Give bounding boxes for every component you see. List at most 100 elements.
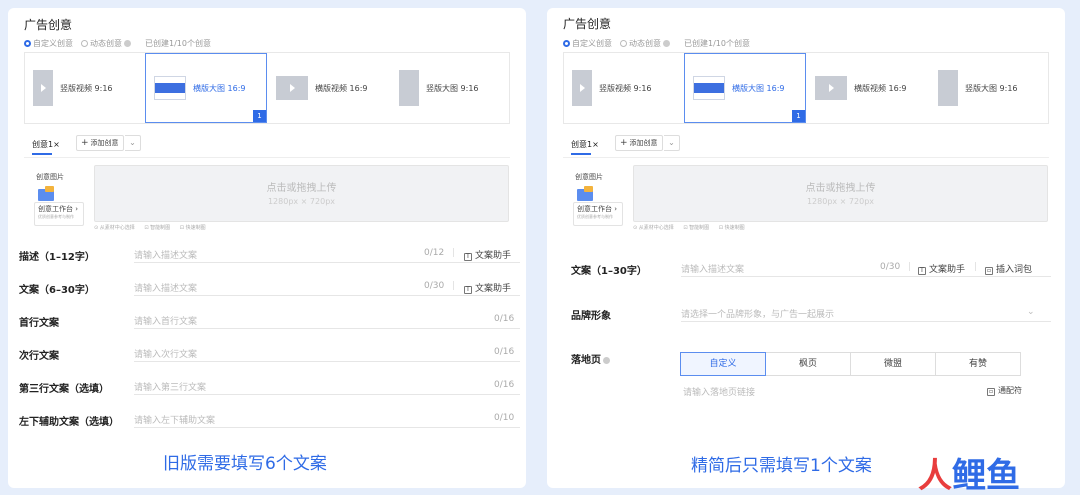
landing-option-fengye[interactable]: 枫页	[765, 352, 851, 376]
input-placeholder: 请输入描述文案	[134, 284, 198, 294]
tab-underline	[32, 153, 52, 155]
radio-dynamic[interactable]: 动态创意	[620, 38, 672, 49]
field-label-copy: 文案（6–30字）	[19, 285, 95, 296]
landing-url-input[interactable]: 请输入落地页链接 ▫ 通配符	[683, 385, 1033, 401]
creative-workshop-button[interactable]: 创意工作台 › 优质创意参考与制作	[34, 202, 84, 226]
landing-option-custom[interactable]: 自定义	[680, 352, 766, 376]
radio-custom-label: 自定义创意	[572, 39, 612, 48]
option-quick-design[interactable]: ⊡ 快速制图	[719, 225, 745, 231]
landing-option-weimeng[interactable]: 微盟	[850, 352, 936, 376]
third-line-input[interactable]: 请输入第三行文案 0/16	[134, 378, 520, 395]
input-placeholder: 请输入左下辅助文案	[134, 416, 216, 426]
format-selector: 竖版视频 9:16 横版大图 16:9 1 横版视频 16:9 竖版大图 9:1…	[24, 52, 510, 124]
format-vertical-video[interactable]: 竖版视频 9:16	[33, 53, 143, 123]
format-vertical-video[interactable]: 竖版视频 9:16	[572, 53, 682, 123]
creative-workshop-button[interactable]: 创意工作台 › 优质创意参考与制作	[573, 202, 623, 226]
add-creative-button[interactable]: + 添加创意	[76, 135, 124, 151]
wildcard-button[interactable]: ▫ 通配符	[987, 385, 1022, 396]
format-label: 横版视频 16:9	[854, 83, 907, 93]
workshop-title: 创意工作台	[38, 205, 73, 213]
char-counter: 0/16	[494, 314, 515, 324]
upload-size: 1280px × 720px	[806, 197, 875, 206]
radio-dynamic-label: 动态创意	[629, 39, 661, 48]
chevron-down-icon[interactable]: ⌄	[664, 135, 680, 151]
video-thumbnail-icon	[33, 70, 53, 106]
first-line-input[interactable]: 请输入首行文案 0/16	[134, 312, 520, 329]
format-label: 横版视频 16:9	[315, 83, 368, 93]
close-icon[interactable]: ×	[53, 140, 60, 149]
char-counter: 0/30	[880, 262, 901, 272]
created-count: 已创建1/10个创意	[145, 39, 211, 48]
workshop-subtitle: 优质创意参考与制作	[577, 214, 613, 219]
workshop-title: 创意工作台	[577, 205, 612, 213]
image-thumbnail-icon	[399, 70, 419, 106]
char-counter: 0/30	[424, 281, 445, 291]
help-icon	[124, 40, 131, 47]
wildcard-icon: ▫	[987, 388, 995, 396]
tab-creative-1[interactable]: 创意1×	[571, 139, 599, 150]
format-vertical-image[interactable]: 竖版大图 9:16	[399, 53, 509, 123]
option-quick-design[interactable]: ⊡ 快速制图	[180, 225, 206, 231]
chevron-down-icon[interactable]: ⌄	[125, 135, 141, 151]
created-count: 已创建1/10个创意	[684, 39, 750, 48]
copy-assistant-button[interactable]: T 文案助手	[464, 281, 511, 294]
option-smart-design[interactable]: ⊡ 智能制图	[683, 225, 709, 231]
format-selector: 竖版视频 9:16 横版大图 16:9 1 横版视频 16:9 竖版大图 9:1…	[563, 52, 1049, 124]
radio-unchecked-icon	[620, 40, 627, 47]
landing-option-youzan[interactable]: 有赞	[935, 352, 1021, 376]
add-creative-button[interactable]: + 添加创意	[615, 135, 663, 151]
input-placeholder: 请输入次行文案	[134, 350, 198, 360]
tab-creative-1[interactable]: 创意1×	[32, 139, 60, 150]
field-label-landing-page: 落地页	[571, 351, 612, 366]
radio-unchecked-icon	[81, 40, 88, 47]
image-thumbnail-icon	[938, 70, 958, 106]
divider	[563, 157, 1049, 158]
radio-custom[interactable]: 自定义创意	[24, 38, 73, 49]
image-icon	[38, 186, 54, 201]
format-horizontal-video[interactable]: 横版视频 16:9	[276, 53, 394, 123]
format-label: 竖版大图 9:16	[965, 83, 1018, 93]
video-thumbnail-icon	[572, 70, 592, 106]
radio-checked-icon	[24, 40, 31, 47]
video-thumbnail-icon	[815, 76, 847, 100]
field-label-first-line: 首行文案	[19, 318, 59, 329]
description-input[interactable]: 请输入描述文案 0/12 | T 文案助手	[134, 246, 520, 263]
copy-input[interactable]: 请输入描述文案 0/30 | T 文案助手 | ▫ 插入词包	[681, 260, 1051, 277]
input-placeholder: 请输入落地页链接	[683, 388, 756, 398]
format-horizontal-image[interactable]: 横版大图 16:9 1	[145, 53, 267, 123]
format-label: 竖版大图 9:16	[426, 83, 479, 93]
copy-assistant-button[interactable]: T 文案助手	[464, 248, 511, 261]
radio-dynamic[interactable]: 动态创意	[81, 38, 133, 49]
format-vertical-image[interactable]: 竖版大图 9:16	[938, 53, 1048, 123]
copy-input[interactable]: 请输入描述文案 0/30 | T 文案助手	[134, 279, 520, 296]
field-label-description: 描述（1–12字）	[19, 252, 95, 263]
field-label-copy: 文案（1–30字）	[571, 266, 647, 277]
option-material-center[interactable]: ⊙ 从素材中心选择	[94, 225, 135, 231]
caption: 旧版需要填写6个文案	[163, 454, 327, 474]
format-horizontal-image[interactable]: 横版大图 16:9 1	[684, 53, 806, 123]
chevron-down-icon: ⌄	[1027, 307, 1035, 317]
bottom-left-input[interactable]: 请输入左下辅助文案 0/10	[134, 411, 520, 428]
option-smart-design[interactable]: ⊡ 智能制图	[144, 225, 170, 231]
image-thumbnail-icon	[154, 76, 186, 100]
input-placeholder: 请输入描述文案	[681, 265, 745, 275]
text-icon: T	[918, 267, 926, 275]
image-thumbnail-icon	[693, 76, 725, 100]
radio-dynamic-label: 动态创意	[90, 39, 122, 48]
copy-assistant-button[interactable]: T 文案助手	[918, 262, 965, 275]
word-pack-icon: ▫	[985, 267, 993, 275]
radio-custom[interactable]: 自定义创意	[563, 38, 612, 49]
close-icon[interactable]: ×	[592, 140, 599, 149]
format-horizontal-video[interactable]: 横版视频 16:9	[815, 53, 933, 123]
brand-select[interactable]: 请选择一个品牌形象，与广告一起展示 ⌄	[681, 305, 1051, 322]
section-title: 广告创意	[24, 18, 73, 32]
image-upload-dropzone[interactable]: 点击或拖拽上传 1280px × 720px	[94, 165, 509, 222]
selected-badge: 1	[792, 110, 805, 122]
image-upload-dropzone[interactable]: 点击或拖拽上传 1280px × 720px	[633, 165, 1048, 222]
format-label: 竖版视频 9:16	[599, 83, 652, 93]
upload-text: 点击或拖拽上传	[805, 183, 876, 194]
option-material-center[interactable]: ⊙ 从素材中心选择	[633, 225, 674, 231]
insert-word-pack-button[interactable]: ▫ 插入词包	[985, 262, 1032, 275]
second-line-input[interactable]: 请输入次行文案 0/16	[134, 345, 520, 362]
creative-type-radios: 自定义创意 动态创意 已创建1/10个创意	[24, 38, 211, 49]
